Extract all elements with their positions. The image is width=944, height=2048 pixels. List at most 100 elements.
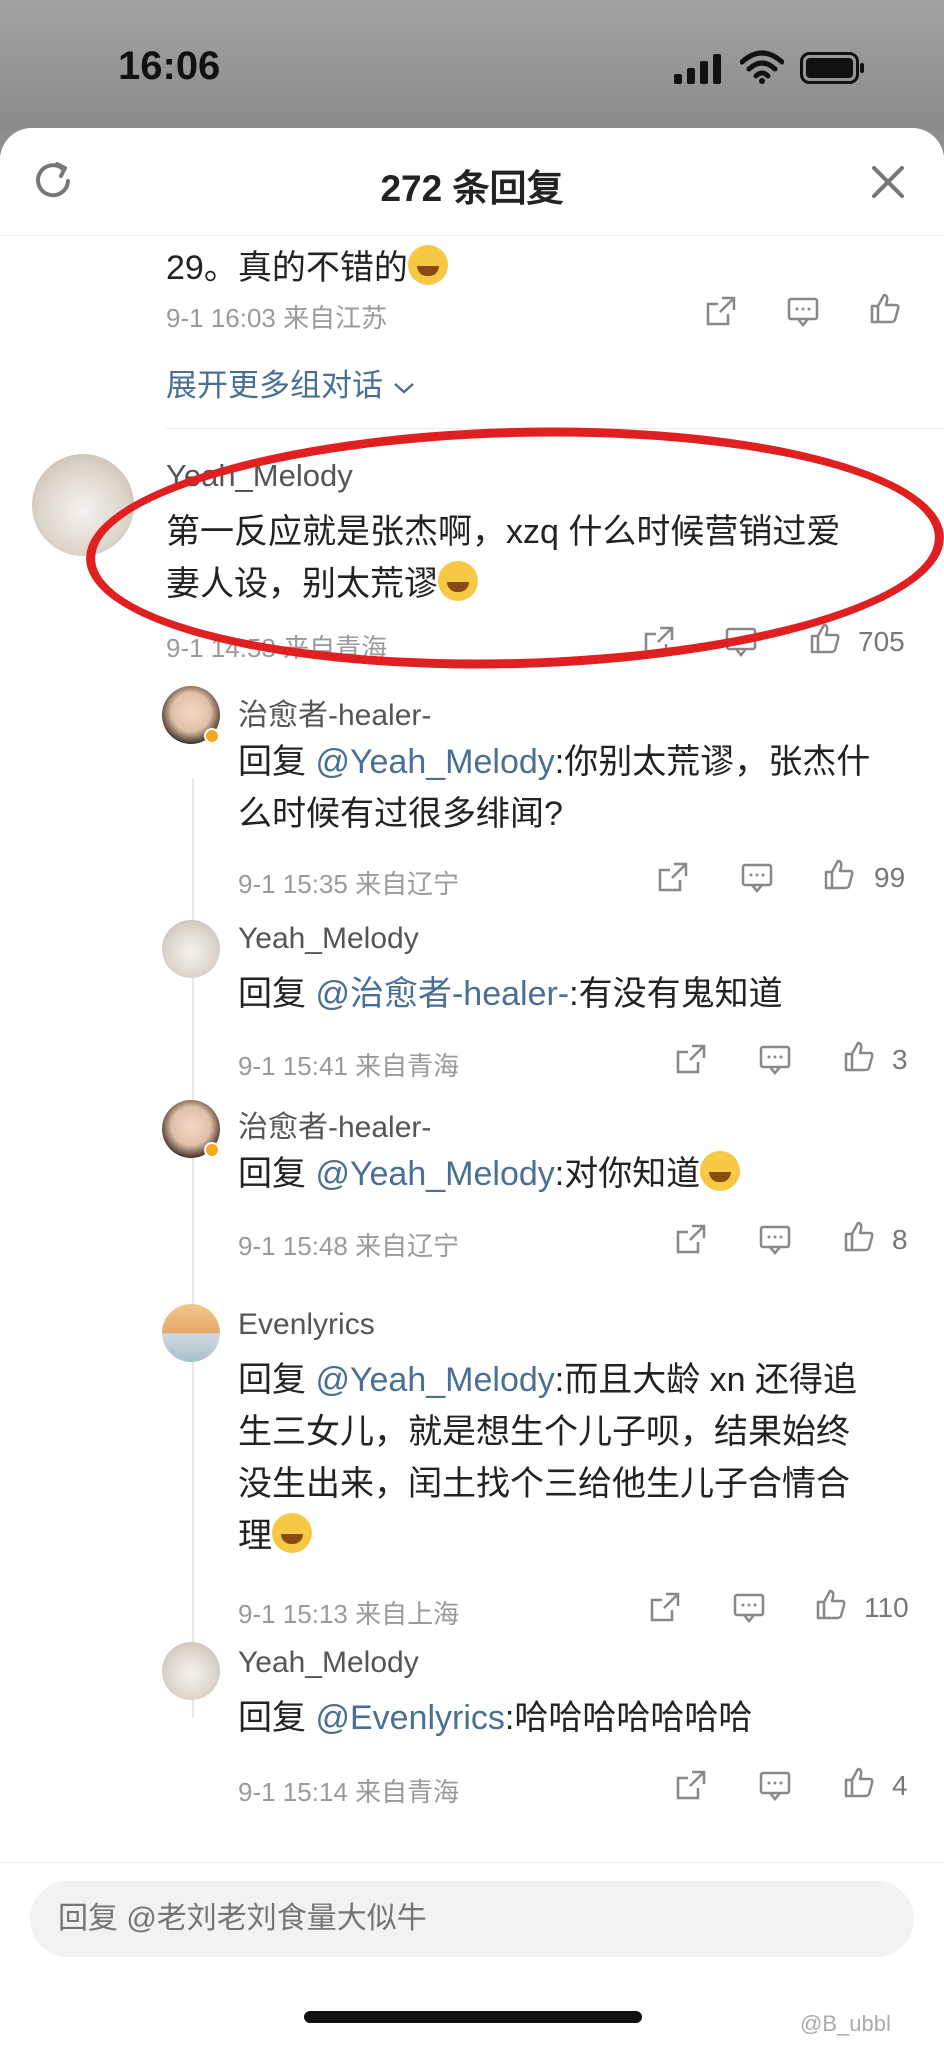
comment-line: 第一反应就是张杰啊，xzq 什么时候营销过爱 (166, 513, 841, 551)
comment-icon[interactable] (758, 1222, 792, 1256)
reply-body: :你别太荒谬，张杰什 (554, 743, 871, 781)
divider (166, 428, 944, 429)
comment-location: 来自青海 (283, 633, 388, 663)
home-indicator (304, 2011, 642, 2023)
reply-text: 回复 @Yeah_Melody:对你知道 (238, 1148, 741, 1200)
chevron-down-icon (393, 382, 414, 394)
reply-location: 来自辽宁 (355, 869, 460, 899)
status-time: 16:06 (118, 44, 221, 88)
battery-icon (800, 52, 864, 84)
reply-meta: 9-1 15:14 来自青海 (238, 1772, 459, 1809)
reply-prefix: 回复 (238, 743, 316, 781)
reply-line: 么时候有过很多绯闻? (238, 795, 563, 833)
reply-date: 9-1 15:48 (238, 1231, 348, 1261)
reply-author[interactable]: 治愈者-healer- (238, 1102, 431, 1146)
reply-location: 来自青海 (355, 1777, 460, 1807)
cellular-signal-icon (674, 54, 721, 84)
like-icon[interactable] (842, 1040, 876, 1074)
reply-author[interactable]: Yeah_Melody (238, 922, 419, 956)
replies-sheet: 272 条回复 29。真的不错的 9-1 16:03 来自江苏 展开更多组对话 … (0, 128, 944, 2048)
comment-body: 29。真的不错的 (166, 249, 408, 287)
comment-line-text: 妻人设，别太荒谬 (166, 565, 438, 603)
reply-date: 9-1 15:41 (238, 1051, 348, 1081)
reply-line: 回复 @Evenlyrics:哈哈哈哈哈哈哈 (238, 1692, 752, 1744)
like-icon[interactable] (842, 1220, 876, 1254)
like-icon[interactable] (822, 858, 856, 892)
comment-date: 9-1 16:03 (166, 303, 276, 333)
reply-line: 回复 @Yeah_Melody:你别太荒谬，张杰什 (238, 736, 870, 788)
sheet-header: 272 条回复 (0, 128, 944, 236)
reply-location: 来自上海 (355, 1599, 460, 1629)
reply-input-bar: @B_ubbl (0, 1862, 944, 2048)
mention-link[interactable]: @Evenlyrics (315, 1699, 504, 1737)
reply-author[interactable]: Evenlyrics (238, 1308, 375, 1342)
laugh-cry-emoji-icon (407, 245, 448, 285)
reply-text: 回复 @Yeah_Melody:而且大龄 xn 还得追 生三女儿，就是想生个儿子… (238, 1354, 857, 1562)
comment-location: 来自江苏 (283, 303, 388, 333)
mention-link[interactable]: @Yeah_Melody (315, 1155, 554, 1193)
mention-link[interactable]: @Yeah_Melody (315, 743, 554, 781)
comment-icon[interactable] (732, 1590, 766, 1624)
comment-icon[interactable] (724, 624, 758, 658)
reply-line: 没生出来，闰土找个三给他生儿子合情合 (238, 1465, 850, 1503)
comment-line: 妻人设，别太荒谬 (166, 558, 840, 610)
reply-location: 来自青海 (355, 1051, 460, 1081)
reply-text: 回复 @Evenlyrics:哈哈哈哈哈哈哈 (238, 1692, 752, 1744)
like-icon[interactable] (842, 1766, 876, 1800)
reply-line: 回复 @Yeah_Melody:而且大龄 xn 还得追 (238, 1354, 857, 1406)
share-icon[interactable] (642, 624, 676, 658)
reply-location: 来自辽宁 (355, 1231, 460, 1261)
share-icon[interactable] (648, 1590, 682, 1624)
reply-line: 回复 @Yeah_Melody:对你知道 (238, 1148, 741, 1200)
share-icon[interactable] (674, 1042, 708, 1076)
reply-meta: 9-1 15:13 来自上海 (238, 1594, 459, 1631)
verified-badge-icon (204, 728, 220, 744)
reply-author[interactable]: 治愈者-healer- (238, 690, 431, 734)
thread-line (192, 778, 194, 1718)
grin-emoji-icon (700, 1151, 741, 1191)
share-icon[interactable] (656, 860, 690, 894)
comment-icon[interactable] (786, 294, 820, 328)
close-icon[interactable] (868, 162, 908, 202)
reply-line: 理 (238, 1510, 857, 1562)
laugh-cry-emoji-icon (438, 561, 478, 601)
avatar[interactable] (162, 920, 220, 978)
like-icon[interactable] (808, 622, 842, 656)
like-count: 99 (874, 862, 906, 893)
reply-date: 9-1 15:13 (238, 1599, 348, 1629)
avatar[interactable] (162, 1642, 220, 1700)
like-count: 110 (864, 1592, 909, 1623)
reply-line: 回复 @治愈者-healer-:有没有鬼知道 (238, 968, 783, 1020)
page-title: 272 条回复 (380, 168, 564, 209)
like-icon[interactable] (814, 1588, 848, 1622)
comment-icon[interactable] (758, 1768, 792, 1802)
wifi-icon (740, 50, 784, 84)
share-icon[interactable] (674, 1768, 708, 1802)
reply-date: 9-1 15:14 (238, 1777, 348, 1807)
comment-meta: 9-1 14:53 来自青海 (166, 628, 387, 665)
comment-icon[interactable] (740, 860, 774, 894)
like-icon[interactable] (868, 292, 902, 326)
like-count: 8 (892, 1224, 908, 1255)
reply-author[interactable]: Yeah_Melody (238, 1646, 419, 1680)
expand-more-link[interactable]: 展开更多组对话 (166, 360, 416, 405)
share-icon[interactable] (704, 294, 738, 328)
expand-more-label: 展开更多组对话 (166, 368, 383, 403)
reply-line: 生三女儿，就是想生个儿子呗，结果始终 (238, 1413, 850, 1451)
reply-text: 回复 @Yeah_Melody:你别太荒谬，张杰什 么时候有过很多绯闻? (238, 736, 870, 840)
reply-input[interactable] (30, 1881, 914, 1957)
reply-body: :哈哈哈哈哈哈哈 (504, 1699, 753, 1737)
reply-body: :有没有鬼知道 (569, 975, 783, 1013)
comment-author[interactable]: Yeah_Melody (166, 458, 353, 494)
avatar[interactable] (162, 1304, 220, 1362)
reply-text: 回复 @治愈者-healer-:有没有鬼知道 (238, 968, 783, 1020)
avatar[interactable] (32, 454, 134, 556)
reply-prefix: 回复 (238, 1699, 316, 1737)
comment-meta: 9-1 16:03 来自江苏 (166, 298, 387, 335)
share-icon[interactable] (674, 1222, 708, 1256)
like-count: 3 (892, 1044, 908, 1075)
comment-icon[interactable] (758, 1042, 792, 1076)
mention-link[interactable]: @治愈者-healer- (315, 975, 569, 1013)
mention-link[interactable]: @Yeah_Melody (315, 1361, 554, 1399)
verified-badge-icon (204, 1142, 220, 1158)
